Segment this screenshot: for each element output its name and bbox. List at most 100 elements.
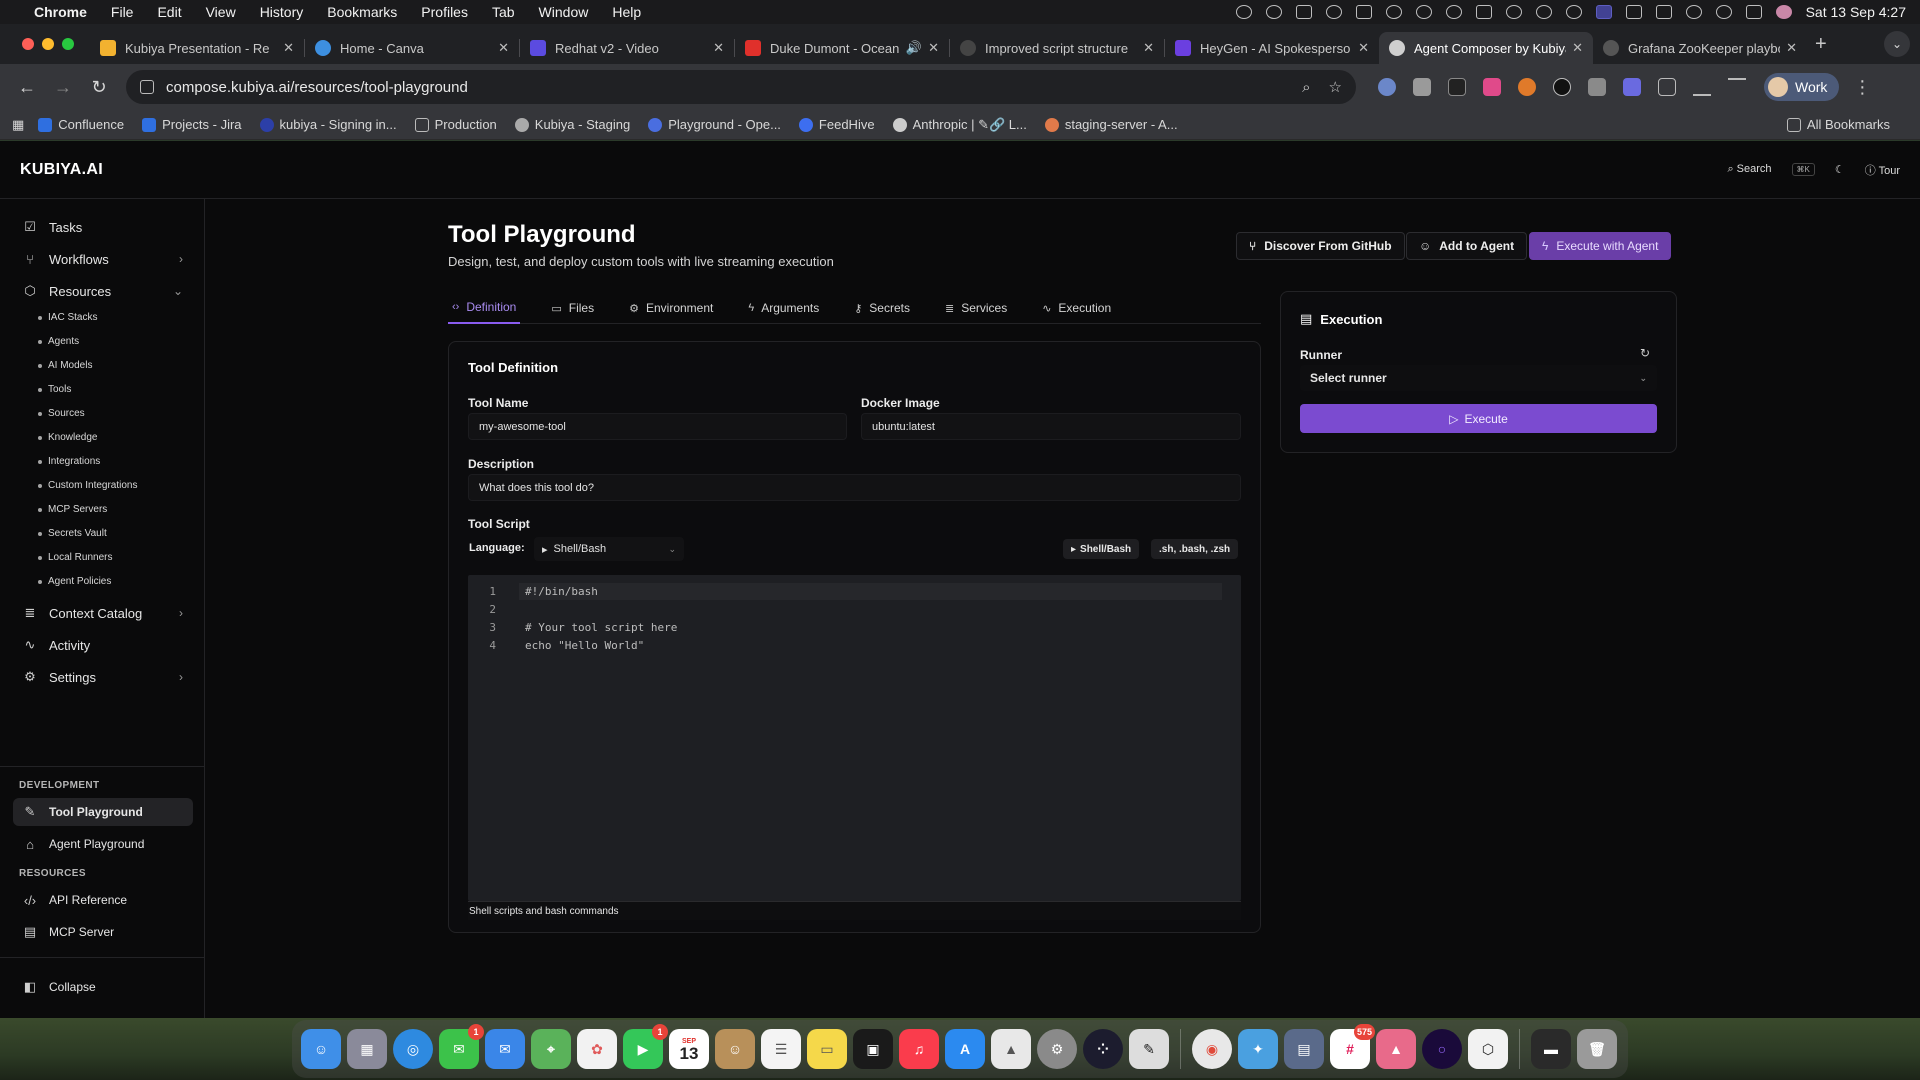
affinity-icon[interactable]: ▲ — [1376, 1029, 1416, 1069]
sidebar-item-context-catalog[interactable]: ≣ Context Catalog › — [13, 599, 193, 627]
tray-grid-icon[interactable] — [1325, 5, 1342, 19]
tray-timer-icon[interactable] — [1415, 5, 1432, 19]
docker-image-input[interactable]: ubuntu:latest — [861, 413, 1241, 440]
tab-secrets[interactable]: ⚷ Secrets — [850, 292, 914, 324]
sidebar-subitem-custom-integrations[interactable]: Custom Integrations — [38, 480, 138, 491]
control-center-icon[interactable] — [1745, 5, 1762, 19]
sidebar-item-agent-playground[interactable]: ⌂ Agent Playground — [13, 830, 193, 858]
chrome-icon[interactable]: ◉ — [1192, 1029, 1232, 1069]
sidebar-subitem-ai-models[interactable]: AI Models — [38, 360, 92, 371]
menu-edit[interactable]: Edit — [157, 4, 181, 20]
sidebar-subitem-iac-stacks[interactable]: IAC Stacks — [38, 312, 97, 323]
sidebar-subitem-mcp-servers[interactable]: MCP Servers — [38, 504, 107, 515]
tray-x-icon[interactable] — [1655, 5, 1672, 19]
profile-chip[interactable]: Work — [1764, 73, 1840, 101]
gemini-icon[interactable]: ✦ — [1238, 1029, 1278, 1069]
sidebar-subitem-agents[interactable]: Agents — [38, 336, 79, 347]
keynote-icon[interactable]: ▲ — [991, 1029, 1031, 1069]
reminders-icon[interactable]: ☰ — [761, 1029, 801, 1069]
battery-icon[interactable] — [1625, 5, 1642, 19]
extension-6-icon[interactable] — [1553, 78, 1571, 96]
bookmark-item[interactable]: Anthropic | ✎🔗 L... — [892, 117, 1027, 133]
safari-icon[interactable]: ◎ — [393, 1029, 433, 1069]
tab-execution[interactable]: ∿ Execution — [1038, 292, 1115, 324]
extension-5-icon[interactable] — [1518, 78, 1536, 96]
extension-3-icon[interactable] — [1448, 78, 1466, 96]
back-arrow-icon[interactable]: ← — [12, 72, 42, 102]
sidebar-item-workflows[interactable]: ⑂ Workflows › — [13, 245, 193, 273]
sidebar-item-api-reference[interactable]: ‹/› API Reference — [13, 886, 193, 914]
maps-icon[interactable]: ⌖ — [531, 1029, 571, 1069]
tray-play-icon[interactable] — [1565, 5, 1582, 19]
sidebar-subitem-integrations[interactable]: Integrations — [38, 456, 100, 467]
sidebar-subitem-tools[interactable]: Tools — [38, 384, 71, 395]
launchpad-icon[interactable]: ▦ — [347, 1029, 387, 1069]
contacts-icon[interactable]: ☺ — [715, 1029, 755, 1069]
close-window-button[interactable] — [22, 38, 34, 50]
sidebar-item-resources[interactable]: ⬡ Resources ⌄ — [13, 277, 193, 305]
tray-cloud-icon[interactable] — [1235, 5, 1252, 19]
sidebar-subitem-agent-policies[interactable]: Agent Policies — [38, 576, 111, 587]
sidebar-subitem-knowledge[interactable]: Knowledge — [38, 432, 97, 443]
browser-tab[interactable]: Home - Canva ✕ — [305, 32, 519, 64]
tab-audio-icon[interactable]: 🔊 — [906, 40, 922, 56]
menu-profiles[interactable]: Profiles — [421, 4, 468, 20]
zoom-window-button[interactable] — [62, 38, 74, 50]
sidebar-subitem-sources[interactable]: Sources — [38, 408, 85, 419]
code-editor[interactable]: 1 #!/bin/bash 2 3 # Your tool script here … — [468, 575, 1241, 901]
notes-icon[interactable]: ▭ — [807, 1029, 847, 1069]
all-bookmarks[interactable]: All Bookmarks — [1786, 117, 1890, 132]
discover-from-github-button[interactable]: ⑂ Discover From GitHub — [1236, 232, 1405, 260]
url-text[interactable]: compose.kubiya.ai/resources/tool-playgro… — [166, 79, 1284, 96]
spotlight-icon[interactable] — [1715, 5, 1732, 19]
tour-button[interactable]: ⓘ Tour — [1865, 162, 1900, 178]
menu-view[interactable]: View — [206, 4, 236, 20]
trash-icon[interactable]: 🗑 — [1577, 1029, 1617, 1069]
logo[interactable]: KUBIYA.AI — [20, 161, 103, 179]
arc-icon[interactable]: ○ — [1422, 1029, 1462, 1069]
launch-grid-icon[interactable]: ⁘ — [1083, 1029, 1123, 1069]
sidebar-item-tasks[interactable]: ☑ Tasks — [13, 213, 193, 241]
extension-4-icon[interactable] — [1483, 78, 1501, 96]
tray-stack-icon[interactable] — [1535, 5, 1552, 19]
preview-icon[interactable]: ▤ — [1284, 1029, 1324, 1069]
sidebar-item-mcp-server[interactable]: ▤ MCP Server — [13, 918, 193, 946]
browser-tab[interactable]: HeyGen - AI Spokesperso ✕ — [1165, 32, 1379, 64]
wifi-icon[interactable] — [1685, 5, 1702, 19]
bookmark-item[interactable]: Kubiya - Staging — [514, 117, 630, 132]
close-tab-icon[interactable]: ✕ — [928, 40, 939, 56]
theme-toggle-moon-icon[interactable]: ☾ — [1835, 163, 1845, 176]
tab-services[interactable]: ≣ Services — [941, 292, 1011, 324]
new-tab-plus-icon[interactable]: + — [1815, 33, 1827, 56]
extension-2-icon[interactable] — [1413, 78, 1431, 96]
minimize-window-button[interactable] — [42, 38, 54, 50]
close-tab-icon[interactable]: ✕ — [283, 40, 294, 56]
music-icon[interactable]: ♫ — [899, 1029, 939, 1069]
browser-tab[interactable]: Redhat v2 - Video ✕ — [520, 32, 734, 64]
tab-definition[interactable]: ‹› Definition — [448, 292, 521, 324]
close-tab-icon[interactable]: ✕ — [1143, 40, 1154, 56]
sidebar-item-tool-playground[interactable]: ✎ Tool Playground — [13, 798, 193, 826]
browser-tab[interactable]: Kubiya Presentation - Re ✕ — [90, 32, 304, 64]
siri-icon[interactable] — [1775, 5, 1792, 19]
screenshot-folder-icon[interactable]: ▬ — [1531, 1029, 1571, 1069]
downloads-icon[interactable] — [1693, 78, 1711, 96]
apps-grid-icon[interactable]: ▦ — [12, 117, 24, 133]
browser-tab[interactable]: Improved script structure ✕ — [950, 32, 1164, 64]
extension-1-icon[interactable] — [1378, 78, 1396, 96]
site-info-icon[interactable] — [140, 80, 154, 94]
bookmark-star-icon[interactable]: ☆ — [1329, 78, 1342, 96]
appstore-icon[interactable]: A — [945, 1029, 985, 1069]
stickies-icon[interactable]: ✎ — [1129, 1029, 1169, 1069]
reload-icon[interactable]: ↻ — [84, 72, 114, 102]
tab-environment[interactable]: ⚙ Environment — [625, 292, 717, 324]
bookmark-item[interactable]: kubiya - Signing in... — [259, 117, 397, 132]
tool-name-input[interactable]: my-awesome-tool — [468, 413, 847, 440]
sidebar-subitem-secrets-vault[interactable]: Secrets Vault — [38, 528, 107, 539]
extension-8-icon[interactable] — [1623, 78, 1641, 96]
bookmark-item[interactable]: Projects - Jira — [142, 117, 242, 132]
add-to-agent-button[interactable]: ☺ Add to Agent — [1406, 232, 1528, 260]
search-button[interactable]: ⌕ Search — [1727, 163, 1771, 176]
chrome-menu-icon[interactable]: ⋮ — [1853, 77, 1871, 98]
menu-window[interactable]: Window — [539, 4, 589, 20]
